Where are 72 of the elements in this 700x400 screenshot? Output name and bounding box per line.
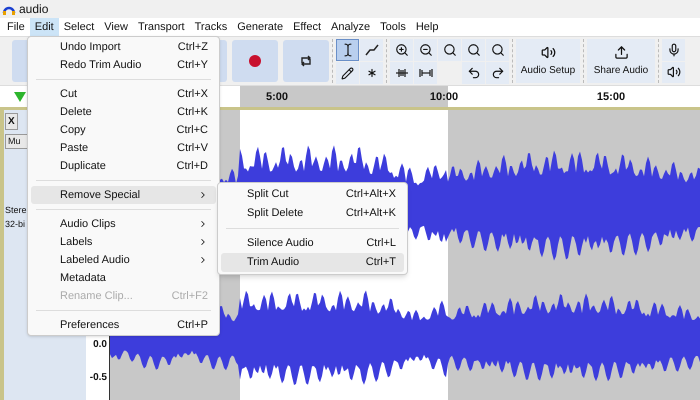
zoom-out-button[interactable] (414, 39, 437, 61)
magnifier-icon (466, 43, 480, 57)
scale-label: 0.0 (93, 338, 107, 352)
menu-entry[interactable]: Preferences Ctrl+P (31, 316, 216, 334)
tool-button[interactable] (360, 39, 383, 61)
zoom-in-button[interactable] (390, 39, 413, 61)
menu-item[interactable]: Tracks (190, 18, 232, 36)
undo-button[interactable] (462, 62, 485, 84)
menu-entry[interactable]: Delete Ctrl+K (31, 103, 216, 121)
menu-entry[interactable]: Trim Audio Ctrl+T (221, 253, 404, 272)
trim-button[interactable] (390, 62, 413, 84)
scale-label: -0.5 (90, 371, 107, 385)
menu-entry[interactable]: Duplicate Ctrl+D (31, 157, 216, 175)
menu-item[interactable]: File (2, 18, 30, 36)
play-head-icon (14, 92, 26, 102)
menu-entry[interactable]: Cut Ctrl+X (31, 85, 216, 103)
microphone-button[interactable] (662, 39, 685, 60)
menu-entry[interactable]: Metadata (31, 269, 216, 287)
zoom-in-icon (394, 43, 408, 57)
menu-entry[interactable]: Remove Special (31, 186, 216, 204)
tool-button[interactable] (336, 39, 359, 61)
menu-entry[interactable]: Undo Import Ctrl+Z (31, 38, 216, 56)
redo-button[interactable] (486, 62, 509, 84)
menu-entry[interactable]: Labels (31, 233, 216, 251)
menu-item[interactable]: Edit (30, 18, 59, 36)
pencil-icon (341, 66, 354, 80)
share-icon (614, 44, 628, 60)
ruler-label: 10:00 (430, 90, 458, 105)
menu-entry[interactable]: Redo Trim Audio Ctrl+Y (31, 56, 216, 74)
tool-button[interactable] (360, 62, 383, 84)
trim-icon (394, 68, 408, 78)
speaker-button[interactable] (662, 62, 685, 83)
close-track-button[interactable]: X (5, 113, 18, 130)
menu-item[interactable]: Tools (375, 18, 411, 36)
silence-icon (418, 68, 432, 78)
redo-icon (490, 66, 504, 80)
window-title: audio (19, 1, 48, 18)
speaker-icon (540, 44, 556, 60)
ruler-label: 5:00 (266, 90, 288, 105)
menu-entry[interactable]: Labeled Audio (31, 251, 216, 269)
zoom-out-icon (418, 43, 432, 57)
share-audio-button[interactable]: Share Audio (587, 39, 655, 83)
fit-selection-button[interactable] (438, 39, 461, 61)
speaker-icon (666, 65, 680, 80)
ruler-label: 15:00 (596, 90, 626, 105)
loop-button[interactable] (283, 40, 329, 82)
zoom-toggle-button[interactable] (486, 39, 509, 61)
track-info: Stere (5, 205, 27, 215)
menu-entry[interactable]: Audio Clips (31, 215, 216, 233)
menu-item[interactable]: Select (58, 18, 100, 36)
menu-item[interactable]: Analyze (326, 18, 376, 36)
silence-button[interactable] (414, 62, 437, 84)
track-info: 32-bi (5, 219, 26, 229)
envelope-tool-icon (364, 43, 378, 57)
loop-icon (299, 54, 313, 68)
menu-entry[interactable]: Silence Audio Ctrl+L (221, 234, 404, 253)
undo-icon (466, 66, 480, 80)
magnifier-icon (442, 43, 456, 57)
menu-item[interactable]: Help (410, 18, 444, 36)
menu-entry[interactable]: Split Cut Ctrl+Alt+X (221, 185, 404, 204)
menu-item[interactable]: Transport (132, 18, 190, 36)
menu-item[interactable]: Effect (288, 18, 326, 36)
menu-entry[interactable]: Split Delete Ctrl+Alt+K (221, 204, 404, 223)
record-icon (249, 55, 261, 67)
microphone-icon (666, 42, 680, 57)
record-button[interactable] (232, 40, 278, 82)
fit-project-button[interactable] (462, 39, 485, 61)
tool-button[interactable] (336, 62, 359, 84)
menu-item[interactable]: Generate (232, 18, 288, 36)
audio-setup-button[interactable]: Audio Setup (516, 39, 580, 83)
menu-item[interactable]: View (99, 18, 133, 36)
magnifier-icon (490, 43, 504, 57)
